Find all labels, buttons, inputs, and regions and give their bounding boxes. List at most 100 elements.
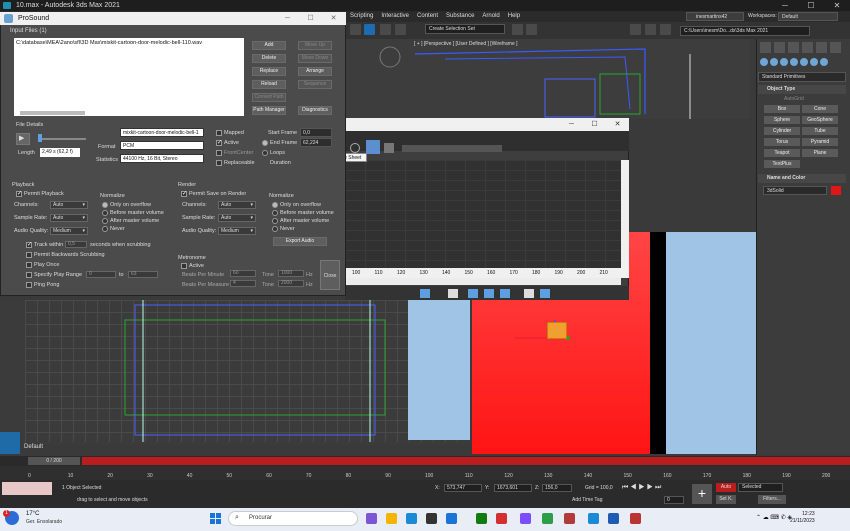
file-explorer-icon[interactable] — [386, 513, 397, 524]
file-list-scrollbar[interactable] — [20, 111, 85, 115]
playback-slider-knob[interactable] — [38, 134, 42, 142]
move-gizmo[interactable] — [510, 318, 580, 348]
file-name-field[interactable]: mixkit-cartoon-door-melodic-bell-1 — [120, 128, 204, 137]
zoom-icon[interactable] — [524, 289, 534, 298]
store-icon[interactable] — [426, 513, 437, 524]
percent-snap-icon[interactable] — [395, 24, 406, 35]
taskbar-search[interactable]: Procurar — [228, 511, 358, 526]
hand-icon[interactable] — [448, 289, 458, 298]
active-checkbox[interactable] — [216, 139, 222, 146]
add-button[interactable]: Add — [252, 41, 286, 50]
normalize-overflow-radio[interactable] — [102, 202, 108, 208]
replace-button[interactable]: Replace — [252, 67, 286, 76]
shapes-icon[interactable] — [770, 58, 778, 66]
3dsmax-taskbar-icon[interactable] — [588, 513, 599, 524]
sphere-button[interactable]: Sphere — [764, 116, 800, 124]
menu-substance[interactable]: Substance — [446, 11, 474, 22]
render-frame-icon[interactable] — [645, 24, 656, 35]
end-frame-radio[interactable] — [262, 140, 268, 146]
zoom-extents-icon[interactable] — [468, 289, 478, 298]
start-frame-field[interactable]: 0,0 — [300, 128, 332, 137]
render-normalize-never-radio[interactable] — [272, 226, 278, 232]
convert-path-button[interactable]: Convert Path — [252, 93, 286, 102]
delete-button[interactable]: Delete — [252, 54, 286, 63]
minimize-icon[interactable]: ─ — [772, 0, 798, 11]
system-tray-icons[interactable]: ⌃ ☁ ⌨ ✆ ◈ — [756, 514, 792, 521]
track-view-menu[interactable] — [402, 145, 502, 152]
move-down-button[interactable]: Move Down — [298, 54, 332, 63]
permit-playback-checkbox[interactable] — [16, 190, 22, 197]
geometry-icon[interactable] — [760, 58, 768, 66]
render-sample-rate-dropdown[interactable]: Auto — [218, 214, 256, 222]
weather-temp[interactable]: 17°C — [26, 511, 39, 517]
object-color-swatch[interactable] — [831, 186, 841, 195]
office-icon[interactable] — [564, 513, 575, 524]
permit-backwards-checkbox[interactable] — [26, 252, 32, 258]
render-normalize-overflow-radio[interactable] — [272, 202, 278, 208]
render-normalize-before-radio[interactable] — [272, 210, 278, 216]
motion-tab-icon[interactable] — [802, 42, 813, 53]
replaceable-checkbox[interactable] — [216, 160, 222, 166]
key-filters-button[interactable]: Filters... — [758, 495, 786, 504]
minimize-icon[interactable]: ─ — [560, 118, 583, 131]
track-within-checkbox[interactable] — [26, 241, 32, 248]
range-to-spinner[interactable]: 63 — [128, 271, 158, 278]
key-filter-dropdown[interactable]: Selected — [738, 483, 783, 492]
play-once-checkbox[interactable] — [26, 262, 32, 268]
hierarchy-tab-icon[interactable] — [788, 42, 799, 53]
angle-snap-icon[interactable] — [380, 24, 391, 35]
minimize-icon[interactable]: ─ — [276, 12, 299, 25]
menu-help[interactable]: Help — [508, 11, 520, 22]
display-tab-icon[interactable] — [816, 42, 827, 53]
set-key-button[interactable]: Set K. — [716, 495, 736, 504]
pyramid-button[interactable]: Pyramid — [802, 138, 838, 146]
close-button[interactable]: Close — [320, 260, 340, 290]
selection-set-dropdown[interactable]: Create Selection Set — [425, 24, 505, 34]
range-from-spinner[interactable]: 0 — [86, 271, 116, 278]
snap-icon[interactable] — [364, 24, 375, 35]
filter-icon[interactable] — [350, 143, 360, 153]
playback-sample-rate-dropdown[interactable]: Auto — [50, 214, 88, 222]
input-files-list[interactable]: C:\database\MEA\2ano\sfl\3D Max\mixkit-c… — [14, 38, 244, 116]
playback-controls[interactable]: ⏮◀▶▶⏭ — [622, 484, 663, 492]
keys-icon[interactable] — [384, 143, 394, 153]
align-icon[interactable] — [526, 24, 537, 35]
mapped-checkbox[interactable] — [216, 130, 222, 136]
mirror-icon[interactable] — [512, 24, 523, 35]
render-channels-dropdown[interactable]: Auto — [218, 201, 256, 209]
maximize-icon[interactable]: ☐ — [583, 118, 606, 131]
sequence-button[interactable]: Sequence — [298, 80, 332, 89]
move-up-button[interactable]: Move Up — [298, 41, 332, 50]
auto-key-button[interactable]: Auto — [716, 483, 736, 492]
mail-icon[interactable] — [446, 513, 457, 524]
tone2-spinner[interactable]: 2000 — [278, 280, 304, 287]
arrange-button[interactable]: Arrange — [298, 67, 332, 76]
word-icon[interactable] — [608, 513, 619, 524]
time-slider-range[interactable] — [82, 457, 850, 465]
path-manager-button[interactable]: Path Manager — [252, 106, 286, 115]
systems-icon[interactable] — [820, 58, 828, 66]
cameras-icon[interactable] — [790, 58, 798, 66]
dope-sheet-grid[interactable] — [345, 160, 621, 268]
frontcenter-checkbox[interactable] — [216, 150, 222, 156]
loops-radio[interactable] — [262, 150, 268, 156]
zoom-value-icon[interactable] — [500, 289, 510, 298]
maxscript-listener[interactable] — [2, 482, 52, 495]
object-type-rollout[interactable]: Object Type — [758, 85, 846, 94]
purple-app-icon[interactable] — [520, 513, 531, 524]
add-time-tag[interactable]: Add Time Tag — [572, 497, 602, 503]
track-view-hscroll[interactable] — [345, 278, 621, 285]
permit-save-checkbox[interactable] — [181, 190, 187, 197]
reload-button[interactable]: Reload — [252, 80, 286, 89]
close-icon[interactable]: ✕ — [824, 0, 850, 11]
file-list-item[interactable]: C:\database\MEA\2ano\sfl\3D Max\mixkit-c… — [16, 40, 242, 46]
create-tab-icon[interactable] — [760, 42, 771, 53]
cone-button[interactable]: Cone — [802, 105, 838, 113]
playback-audio-quality-dropdown[interactable]: Medium — [50, 227, 88, 235]
chrome-icon[interactable] — [542, 513, 553, 524]
plane-button[interactable]: Plane — [802, 149, 838, 157]
tube-button[interactable]: Tube — [802, 127, 838, 135]
torus-button[interactable]: Torus — [764, 138, 800, 146]
project-path-field[interactable]: C:\Users\inesm\Do...ds\3ds Max 2021 — [680, 26, 810, 36]
maximize-icon[interactable]: ☐ — [798, 0, 824, 11]
